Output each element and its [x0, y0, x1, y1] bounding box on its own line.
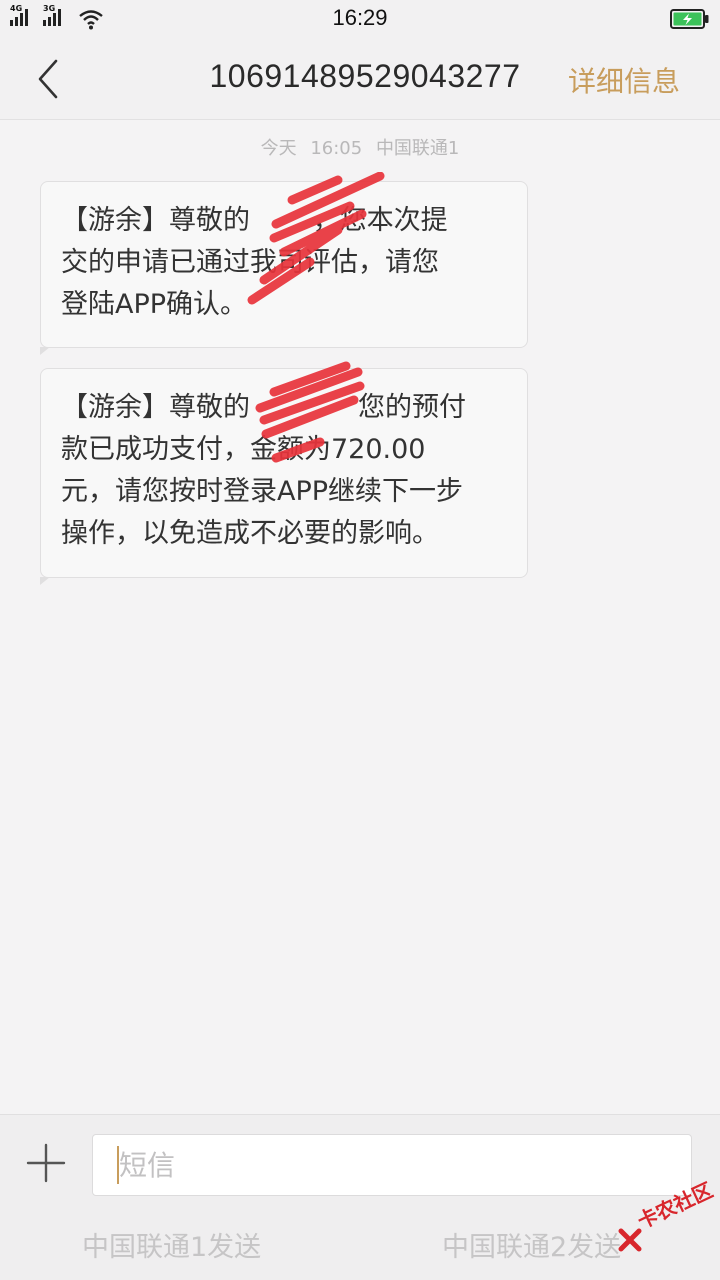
send-sim1-button[interactable]: 中国联通1发送 [82, 1225, 261, 1264]
message-line: 元，请您按时登录APP继续下一步 [61, 476, 464, 507]
message-bubble[interactable]: 【游余】尊敬的 ，您本次提 交的申请已通过我司评估，请您 登陆APP确认。 [40, 181, 528, 355]
message-line: 【游余】尊敬的 ，您本次提 [61, 205, 448, 236]
battery-charging-icon [670, 9, 709, 29]
send-sim2-button[interactable]: 中国联通2发送 [442, 1225, 621, 1264]
sender-number: 10691489529043277 [209, 58, 521, 94]
message-line: 登陆APP确认。 [61, 289, 248, 320]
text-cursor [117, 1146, 119, 1184]
chevron-left-icon [38, 59, 58, 99]
timestamp-time: 16:05 [310, 138, 363, 159]
timestamp-carrier: 中国联通1 [375, 138, 460, 159]
status-time: 16:29 [332, 5, 388, 30]
watermark-logo-icon [618, 1228, 642, 1252]
timestamp-day: 今天 [260, 138, 297, 159]
add-attachment-button[interactable] [24, 1141, 68, 1185]
details-button[interactable]: 详细信息 [568, 60, 680, 100]
watermark: 卡农社区 [612, 1178, 720, 1270]
message-bubble[interactable]: 【游余】尊敬的 您的预付 款已成功支付，金额为720.00 元，请您按时登录AP… [40, 368, 528, 585]
message-line: 【游余】尊敬的 您的预付 [61, 392, 466, 423]
status-bar: 4G 3G 16:29 [0, 0, 720, 38]
conversation-header: 10691489529043277 详细信息 [0, 38, 720, 120]
message-list[interactable]: 今天 16:05 中国联通1 【游余】尊敬的 ，您本次提 交的申请已通过我司评估… [0, 120, 720, 1114]
message-line: 款已成功支付，金额为720.00 [61, 434, 426, 465]
message-timestamp: 今天 16:05 中国联通1 [0, 134, 720, 160]
message-line: 操作，以免造成不必要的影响。 [61, 518, 439, 549]
message-line: 交的申请已通过我司评估，请您 [61, 247, 439, 278]
sms-input[interactable] [92, 1134, 692, 1196]
back-button[interactable] [28, 54, 68, 104]
